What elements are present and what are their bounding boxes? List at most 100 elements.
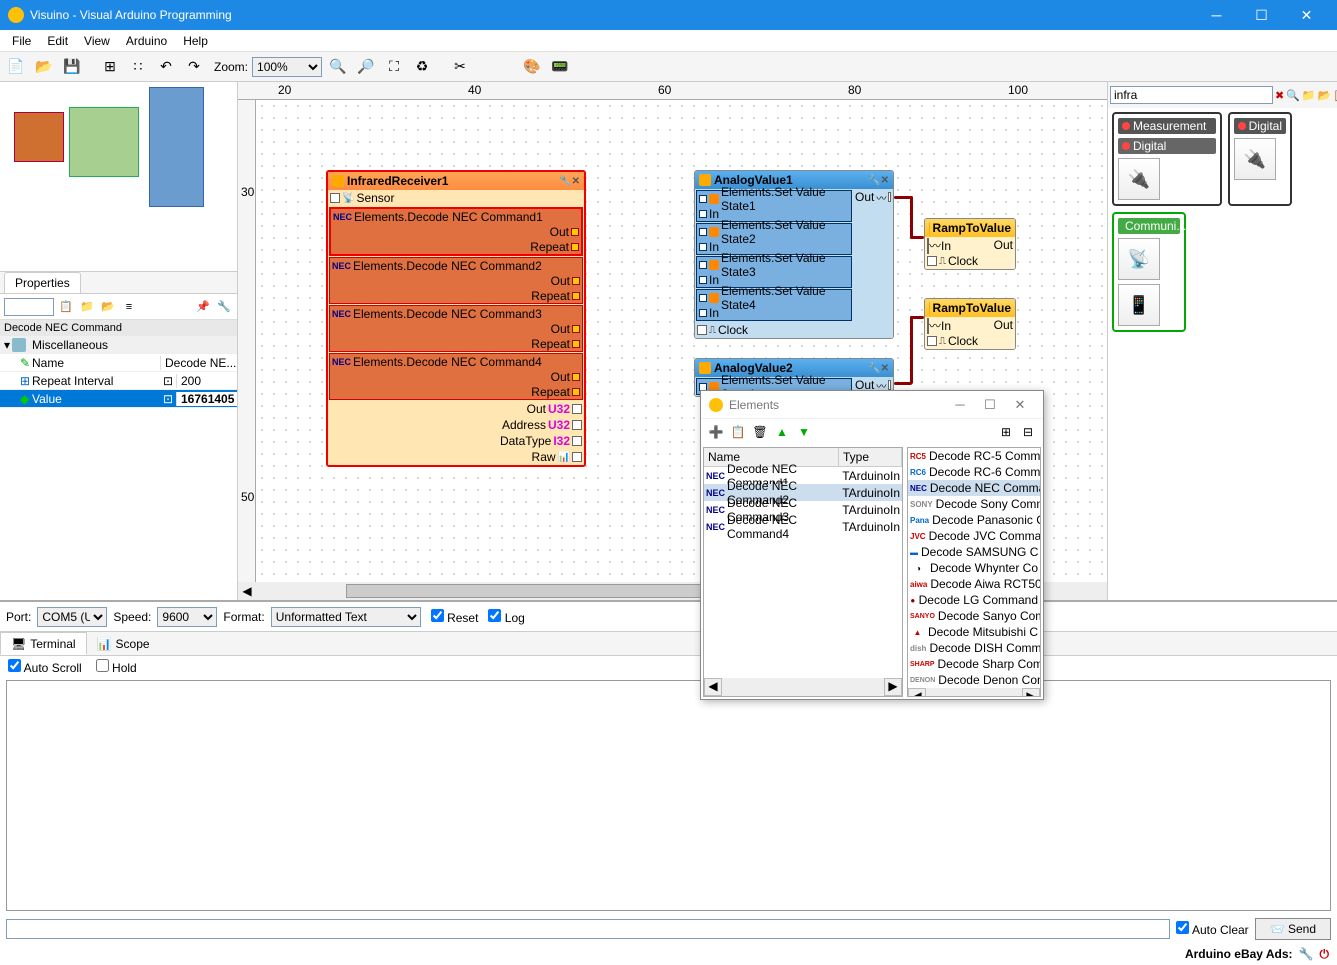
- save-button[interactable]: 💾: [60, 55, 84, 79]
- elements-dialog[interactable]: Elements ─ ☐ ✕ ➕ 📋 🗑 ▲ ▼ ⊞ ⊟ NameType NE…: [700, 390, 1044, 700]
- component-search-input[interactable]: [1110, 86, 1273, 104]
- zoomin-button[interactable]: 🔍: [326, 55, 350, 79]
- terminal-output[interactable]: [6, 680, 1331, 911]
- prop-btn2[interactable]: 📁: [78, 298, 96, 316]
- prop-row-name[interactable]: ✎ Name Decode NE...: [0, 354, 237, 372]
- block-tools-icon[interactable]: 🔧✕: [559, 176, 580, 187]
- decoder-nec[interactable]: NECDecode NEC Comman: [908, 480, 1040, 496]
- terminal-tab[interactable]: 🖥 Terminal: [0, 632, 87, 655]
- open-button[interactable]: 📂: [32, 55, 56, 79]
- dlg-copy[interactable]: 📋: [729, 423, 747, 441]
- set-value-state4[interactable]: Elements.Set Value State4 In: [696, 289, 852, 321]
- format-select[interactable]: Unformatted Text: [271, 607, 421, 627]
- decoder-jvc[interactable]: JVCDecode JVC Comma: [908, 528, 1040, 544]
- menu-arduino[interactable]: Arduino: [118, 32, 175, 50]
- dlg-expand[interactable]: ⊞: [997, 423, 1015, 441]
- dlg-add[interactable]: ➕: [707, 423, 725, 441]
- block-ramp2[interactable]: RampToValue 〰InOut ⎍Clock: [924, 298, 1016, 350]
- prop-row-interval[interactable]: ⊞ Repeat Interval ⊡ 200: [0, 372, 237, 390]
- prop-tools[interactable]: 🔧: [215, 298, 233, 316]
- send-input[interactable]: [6, 919, 1170, 939]
- block-tools-icon[interactable]: 🔧✕: [868, 175, 889, 186]
- new-button[interactable]: 📄: [4, 55, 28, 79]
- scope-tab[interactable]: 📊 Scope: [87, 632, 160, 655]
- dlg-up[interactable]: ▲: [773, 423, 791, 441]
- nec-command2[interactable]: NECElements.Decode NEC Command2 Out Repe…: [329, 257, 583, 304]
- dialog-titlebar[interactable]: Elements ─ ☐ ✕: [701, 391, 1043, 419]
- component-item[interactable]: 📡: [1118, 238, 1160, 280]
- prop-pin[interactable]: 📌: [194, 298, 212, 316]
- search-btn4[interactable]: 📋: [1333, 86, 1337, 104]
- menu-edit[interactable]: Edit: [39, 32, 76, 50]
- properties-filter[interactable]: [4, 298, 54, 316]
- nec-command3[interactable]: NECElements.Decode NEC Command3 Out Repe…: [329, 305, 583, 352]
- redo-button[interactable]: ↷: [182, 55, 206, 79]
- dialog-maximize[interactable]: ☐: [975, 397, 1005, 413]
- prop-btn3[interactable]: 📂: [99, 298, 117, 316]
- minimap[interactable]: [0, 82, 237, 272]
- nec-command1[interactable]: NECElements.Decode NEC Command1 Out Repe…: [329, 207, 583, 256]
- menu-help[interactable]: Help: [175, 32, 216, 50]
- port-select[interactable]: COM5 (U: [37, 607, 107, 627]
- undo-button[interactable]: ↶: [154, 55, 178, 79]
- delete-button[interactable]: ✂: [448, 55, 472, 79]
- search-clear[interactable]: ✖: [1275, 86, 1284, 104]
- prop-btn4[interactable]: ≡: [120, 298, 138, 316]
- list-scrollbar[interactable]: ◀▶: [704, 678, 902, 696]
- properties-tab[interactable]: Properties: [4, 272, 81, 293]
- prop-row-value[interactable]: ◆ Value ⊡ 16761405: [0, 390, 237, 408]
- minimize-button[interactable]: ─: [1194, 0, 1239, 30]
- decoder-rc6[interactable]: RC6Decode RC-6 Comma: [908, 464, 1040, 480]
- decoder-panasonic[interactable]: PanaDecode Panasonic C: [908, 512, 1040, 528]
- grid-button[interactable]: ⊞: [98, 55, 122, 79]
- dlg-down[interactable]: ▼: [795, 423, 813, 441]
- component-item[interactable]: 📱: [1118, 284, 1160, 326]
- reset-checkbox[interactable]: Reset: [427, 609, 479, 625]
- block-analog-value1[interactable]: AnalogValue1🔧✕ Elements.Set Value State1…: [694, 170, 894, 339]
- close-button[interactable]: ✕: [1284, 0, 1329, 30]
- element-row[interactable]: NECDecode NEC Command4TArduinoIn: [704, 518, 902, 535]
- decoder-whynter[interactable]: ◑Decode Whynter Co: [908, 560, 1040, 576]
- prop-btn1[interactable]: 📋: [57, 298, 75, 316]
- dialog-minimize[interactable]: ─: [945, 397, 975, 412]
- nec-command4[interactable]: NECElements.Decode NEC Command4 Out Repe…: [329, 353, 583, 400]
- maximize-button[interactable]: ☐: [1239, 0, 1284, 30]
- search-filter-icon[interactable]: 🔍: [1286, 86, 1300, 104]
- decoder-lg[interactable]: ●Decode LG Command: [908, 592, 1040, 608]
- decoder-mitsubishi[interactable]: ▲Decode Mitsubishi C: [908, 624, 1040, 640]
- block-ramp1[interactable]: RampToValue 〰InOut ⎍Clock: [924, 218, 1016, 270]
- block-tools-icon[interactable]: 🔧✕: [868, 363, 889, 374]
- dialog-close[interactable]: ✕: [1005, 397, 1035, 413]
- component-item[interactable]: 🔌: [1118, 158, 1160, 200]
- snap-button[interactable]: ∷: [126, 55, 150, 79]
- component-item[interactable]: 🔌: [1234, 138, 1276, 180]
- tools-icon[interactable]: 🔧: [1299, 947, 1314, 961]
- menu-view[interactable]: View: [76, 32, 118, 50]
- decoder-sharp[interactable]: SHARPDecode Sharp Comm: [908, 656, 1040, 672]
- palette-button[interactable]: 🎨: [520, 55, 544, 79]
- decoder-rc5[interactable]: RC5Decode RC-5 Comma: [908, 448, 1040, 464]
- prop-group-misc[interactable]: ▾ Miscellaneous: [0, 336, 237, 354]
- decoder-scrollbar[interactable]: ◀▶: [908, 688, 1040, 697]
- search-btn2[interactable]: 📁: [1302, 86, 1316, 104]
- dlg-collapse[interactable]: ⊟: [1019, 423, 1037, 441]
- sensor-port[interactable]: [330, 193, 340, 203]
- dlg-del[interactable]: 🗑: [751, 423, 769, 441]
- decoder-sanyo[interactable]: SANYODecode Sanyo Comm: [908, 608, 1040, 624]
- decoder-dish[interactable]: dishDecode DISH Comma: [908, 640, 1040, 656]
- decoder-sony[interactable]: SONYDecode Sony Comma: [908, 496, 1040, 512]
- menu-file[interactable]: File: [4, 32, 39, 50]
- block-infrared-receiver[interactable]: InfraredReceiver1🔧✕ 📡Sensor NECElements.…: [326, 170, 586, 467]
- speed-select[interactable]: 9600: [157, 607, 217, 627]
- autoclear-checkbox[interactable]: Auto Clear: [1176, 921, 1248, 937]
- autoscroll-checkbox[interactable]: Auto Scroll: [8, 659, 82, 675]
- hold-checkbox[interactable]: Hold: [96, 659, 137, 675]
- zoomfit-button[interactable]: ⛶: [382, 55, 406, 79]
- zoomout-button[interactable]: 🔎: [354, 55, 378, 79]
- decoder-samsung[interactable]: ▬Decode SAMSUNG C: [908, 544, 1040, 560]
- power-icon[interactable]: ⏻: [1320, 947, 1330, 962]
- upload-button[interactable]: 📟: [548, 55, 572, 79]
- zoom-select[interactable]: 100%: [252, 57, 322, 77]
- log-checkbox[interactable]: Log: [484, 609, 524, 625]
- send-button[interactable]: 📨 Send: [1255, 918, 1331, 940]
